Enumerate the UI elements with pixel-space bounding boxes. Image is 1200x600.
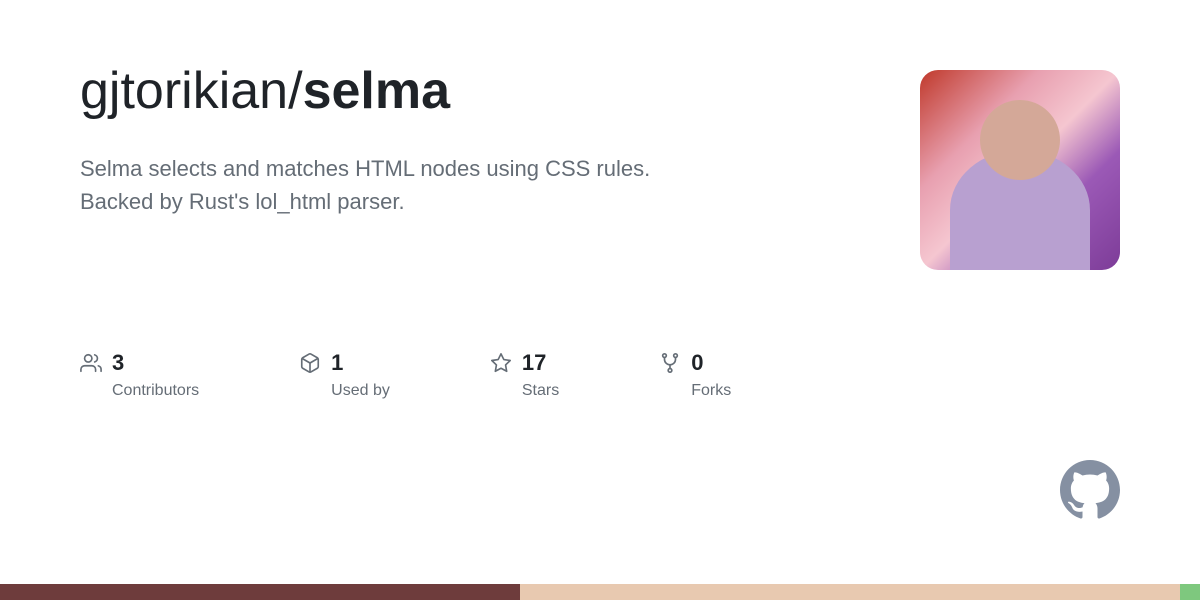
repo-description: Selma selects and matches HTML nodes usi…	[80, 152, 660, 218]
star-icon	[490, 352, 512, 374]
stat-contributors[interactable]: 3 Contributors	[80, 350, 199, 400]
avatar	[920, 70, 1120, 270]
repo-name: selma	[303, 62, 450, 120]
stars-label: Stars	[490, 382, 559, 400]
github-octocat-icon[interactable]	[1060, 460, 1120, 520]
stat-stars-top: 17	[490, 350, 546, 376]
stat-forks-top: 0	[659, 350, 703, 376]
used-by-count: 1	[331, 350, 343, 376]
contributors-count: 3	[112, 350, 124, 376]
stat-forks[interactable]: 0 Forks	[659, 350, 731, 400]
bar-segment-other	[520, 584, 1180, 600]
bar-segment-ruby	[0, 584, 520, 600]
stat-contributors-top: 3	[80, 350, 124, 376]
right-section	[920, 70, 1120, 270]
stat-used-by[interactable]: 1 Used by	[299, 350, 390, 400]
stat-stars[interactable]: 17 Stars	[490, 350, 559, 400]
bottom-bar	[0, 584, 1200, 600]
forks-label: Forks	[659, 382, 731, 400]
left-section: gjtorikian/selma Selma selects and match…	[80, 60, 760, 218]
people-icon	[80, 352, 102, 374]
package-icon	[299, 352, 321, 374]
stats-section: 3 Contributors 1 Used by 17	[0, 350, 1200, 400]
main-content: gjtorikian/selma Selma selects and match…	[0, 0, 1200, 270]
repo-owner: gjtorikian/	[80, 62, 303, 120]
used-by-label: Used by	[299, 382, 390, 400]
contributors-label: Contributors	[80, 382, 199, 400]
fork-icon	[659, 352, 681, 374]
forks-count: 0	[691, 350, 703, 376]
repo-title: gjtorikian/selma	[80, 60, 760, 122]
stat-used-by-top: 1	[299, 350, 343, 376]
stars-count: 17	[522, 350, 546, 376]
bar-segment-green	[1180, 584, 1200, 600]
